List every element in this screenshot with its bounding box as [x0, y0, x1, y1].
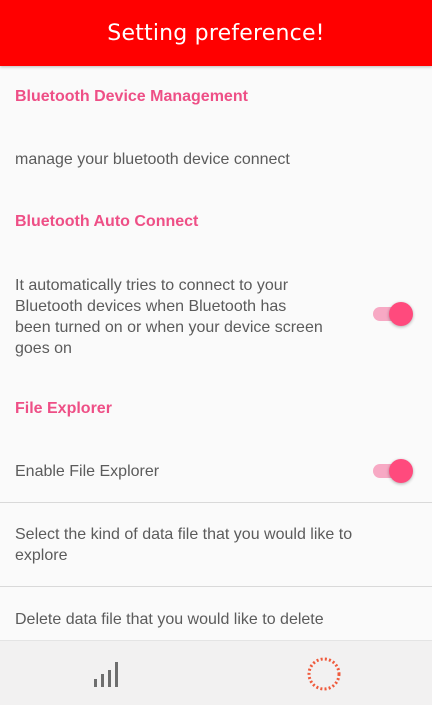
bar-chart-icon — [94, 661, 118, 687]
pref-enable-file-explorer-label[interactable]: Enable File Explorer — [15, 461, 159, 482]
pref-delete-data-file[interactable]: Delete data file that you would like to … — [15, 609, 324, 630]
header-title: Setting preference! — [107, 20, 325, 46]
category-bluetooth-device-management: Bluetooth Device Management — [15, 88, 248, 105]
app-header: Setting preference! — [0, 0, 432, 66]
divider — [0, 586, 432, 587]
nav-settings[interactable] — [216, 641, 432, 705]
enable-file-explorer-switch[interactable] — [373, 457, 413, 485]
nav-statistics[interactable] — [0, 641, 216, 705]
category-file-explorer: File Explorer — [15, 400, 112, 417]
switch-thumb — [389, 459, 413, 483]
pref-select-data-file-kind[interactable]: Select the kind of data file that you wo… — [15, 524, 415, 566]
summary-line: goes on — [15, 340, 72, 357]
pref-bluetooth-auto-connect-summary[interactable]: It automatically tries to connect to you… — [15, 275, 365, 359]
divider — [0, 502, 432, 503]
summary-line: been turned on or when your device scree… — [15, 319, 323, 336]
dotted-circle-icon — [307, 657, 341, 690]
settings-screen: Setting preference! Bluetooth Device Man… — [0, 0, 432, 705]
summary-line: It automatically tries to connect to you… — [15, 277, 289, 294]
switch-thumb — [389, 302, 413, 326]
bottom-navigation — [0, 640, 432, 705]
bluetooth-auto-connect-switch[interactable] — [373, 300, 413, 328]
select-line: Select the kind of data file that you wo… — [15, 526, 353, 543]
select-line: explore — [15, 547, 68, 564]
summary-line: Bluetooth devices when Bluetooth has — [15, 298, 287, 315]
preferences-list[interactable]: Bluetooth Device Management manage your … — [0, 66, 432, 640]
category-bluetooth-auto-connect: Bluetooth Auto Connect — [15, 213, 199, 230]
pref-manage-bluetooth-devices[interactable]: manage your bluetooth device connect — [15, 149, 290, 170]
